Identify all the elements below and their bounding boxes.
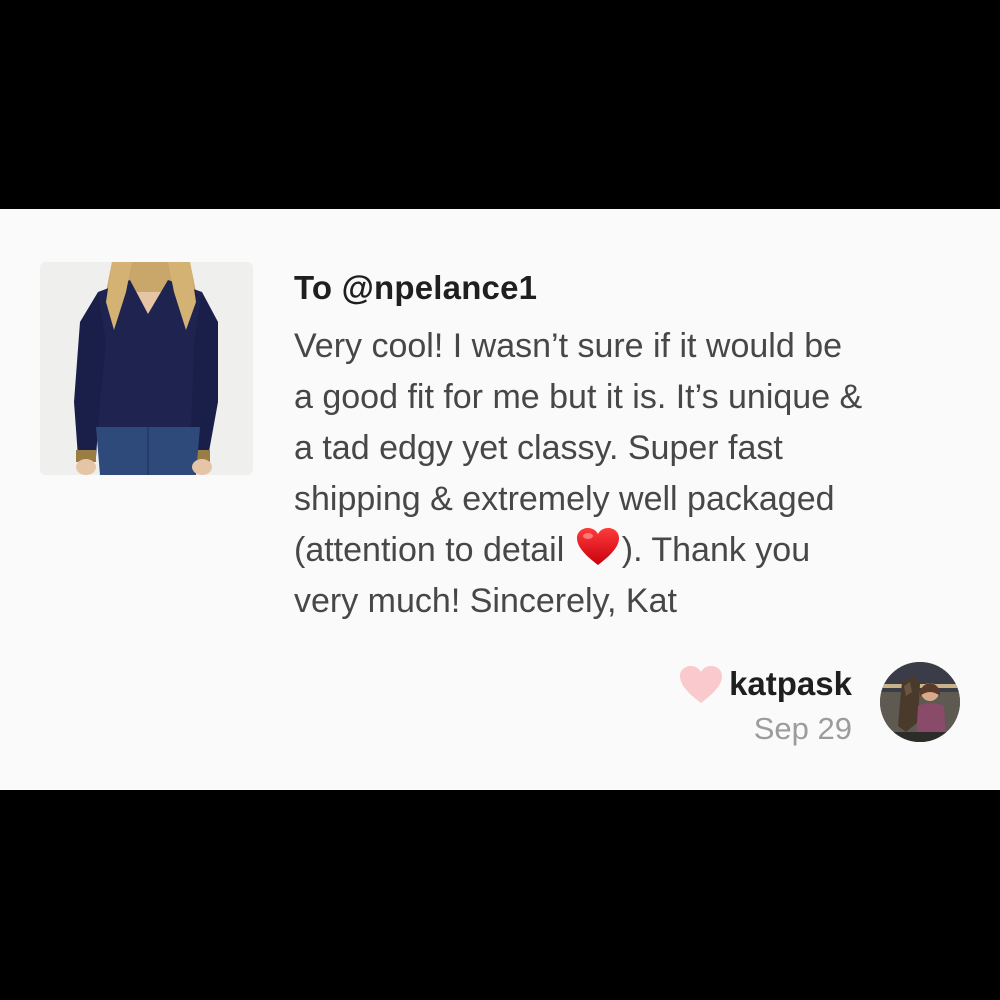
message-line: a good fit for me but it is. It’s unique… [294, 378, 863, 416]
product-thumbnail[interactable] [40, 262, 253, 475]
like-heart-icon[interactable] [679, 665, 723, 705]
comment-card: To @npelance1 Very cool! I wasn’t sure i… [0, 209, 1000, 790]
message-fragment: (attention to detail [294, 531, 565, 569]
avatar[interactable] [880, 662, 960, 742]
comment-date: Sep 29 [753, 711, 852, 746]
message-fragment: ). Thank you [621, 531, 811, 569]
message-line: shipping & extremely well packaged [294, 480, 835, 518]
message-line-with-emoji: (attention to detail ). Thank you [294, 525, 974, 576]
recipient-mention[interactable]: To @npelance1 [294, 269, 537, 307]
message-line: very much! Sincerely, Kat [294, 582, 677, 620]
comment-message: Very cool! I wasn’t sure if it would be … [294, 321, 974, 627]
screenshot-stage: To @npelance1 Very cool! I wasn’t sure i… [0, 0, 1000, 1000]
author-username[interactable]: katpask [729, 665, 852, 703]
message-line: Very cool! I wasn’t sure if it would be [294, 327, 843, 365]
avatar-photo [880, 662, 960, 742]
message-line: a tad edgy yet classy. Super fast [294, 429, 783, 467]
red-heart-emoji-icon [576, 527, 620, 567]
product-photo [40, 262, 253, 475]
